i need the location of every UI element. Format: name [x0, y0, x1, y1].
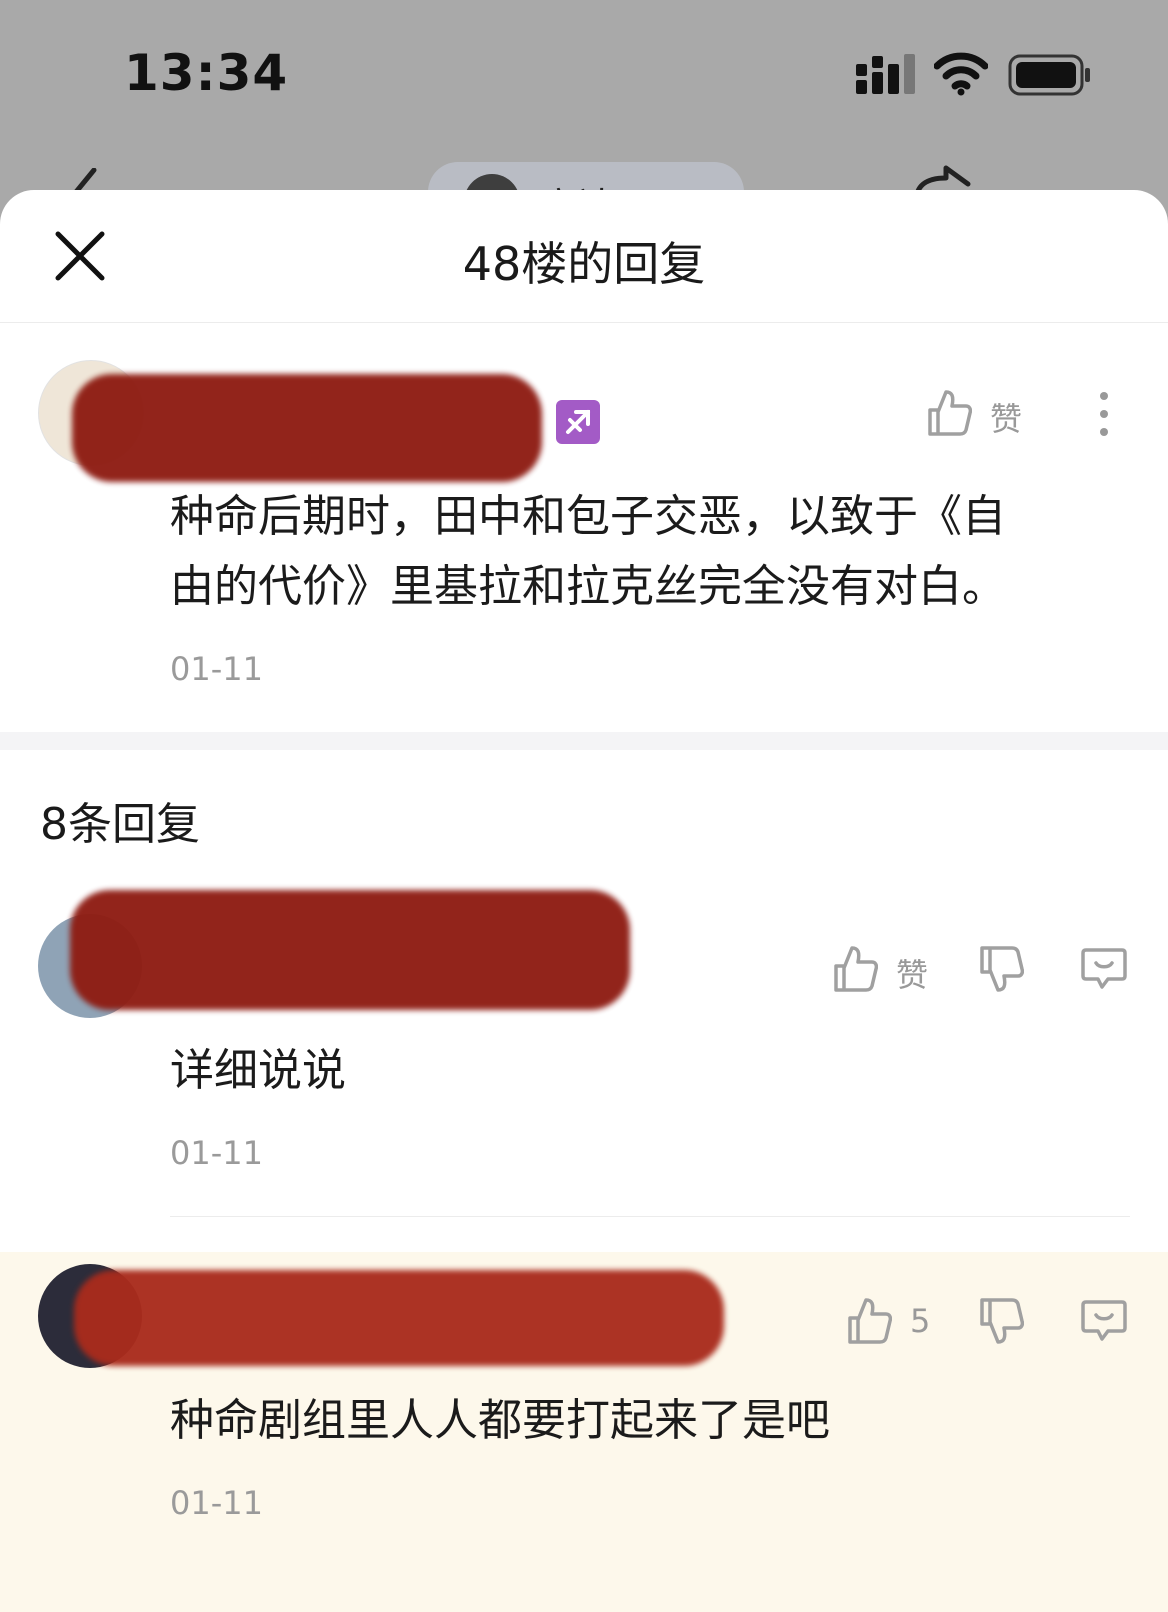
username-redaction: [74, 1270, 724, 1366]
sheet-title: 48楼的回复: [462, 237, 706, 291]
reply-date: 01-11: [170, 1484, 263, 1522]
thumb-up-icon: [848, 1298, 892, 1344]
more-options-icon[interactable]: [1098, 390, 1110, 438]
username-redaction: [72, 374, 542, 482]
status-bar: 13:34: [0, 0, 1168, 150]
reply-comment-icon[interactable]: [1080, 944, 1128, 992]
reply-content: 详细说说: [170, 1045, 346, 1096]
section-divider: [0, 732, 1168, 750]
reply-content: 种命剧组里人人都要打起来了是吧: [170, 1395, 830, 1446]
reply-divider: [170, 1216, 1130, 1217]
post-content-line-2: 由的代价》里基拉和拉克丝完全没有对白。: [170, 561, 1006, 612]
thumb-down-icon[interactable]: [978, 1296, 1024, 1346]
reply-date: 01-11: [170, 1134, 263, 1172]
post-date: 01-11: [170, 650, 263, 688]
like-label: 赞: [990, 400, 1023, 438]
battery-icon: [1008, 54, 1090, 96]
sagittarius-icon: [566, 410, 590, 434]
sheet-header: 48楼的回复: [0, 190, 1168, 323]
thumb-down-icon[interactable]: [978, 944, 1024, 994]
like-count: 5: [910, 1302, 931, 1340]
like-button[interactable]: 赞: [926, 386, 1046, 442]
wifi-icon: [934, 52, 988, 96]
username-redaction: [70, 890, 630, 1010]
cellular-signal-icon: [856, 54, 915, 94]
post-content-line-1: 种命后期时，田中和包子交恶，以致于《自: [170, 491, 1006, 542]
zodiac-badge: [556, 400, 600, 444]
thumb-up-icon: [834, 946, 878, 992]
status-time: 13:34: [124, 44, 289, 102]
like-button[interactable]: 5: [846, 1294, 946, 1350]
thumb-up-icon: [928, 390, 972, 436]
reply-sheet: 48楼的回复 赞 种命后期时，田中和包子交恶，以致于《自 由的代价》里基拉和拉克…: [0, 190, 1168, 1612]
replies-count: 8条回复: [40, 799, 200, 850]
like-button[interactable]: 赞: [832, 942, 942, 998]
reply-comment-icon[interactable]: [1080, 1296, 1128, 1344]
like-label: 赞: [896, 956, 929, 994]
post-content: 种命后期时，田中和包子交恶，以致于《自 由的代价》里基拉和拉克丝完全没有对白。: [170, 482, 1110, 622]
